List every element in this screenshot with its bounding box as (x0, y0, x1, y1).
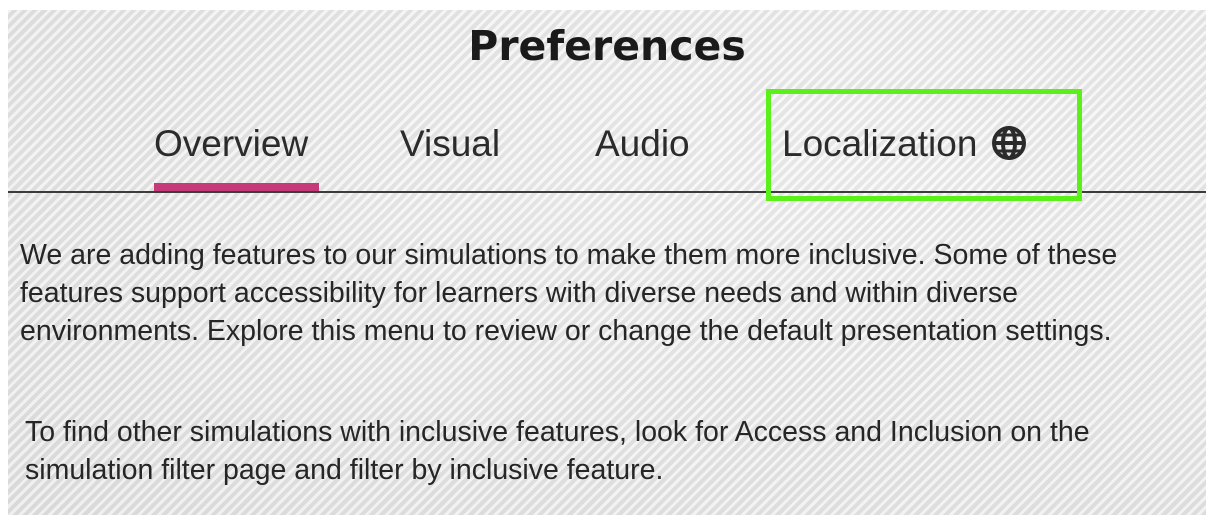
highlight-box (766, 89, 1082, 201)
preferences-dialog: Preferences Overview Visual Audio Locali… (8, 10, 1206, 515)
dialog-title: Preferences (468, 22, 746, 70)
tab-audio[interactable]: Audio (595, 123, 690, 165)
overview-paragraph-2: To find other simulations with inclusive… (25, 416, 1090, 486)
overview-paragraph-1: We are adding features to our simulation… (20, 239, 1118, 347)
tab-visual[interactable]: Visual (400, 123, 500, 165)
tab-overview[interactable]: Overview (154, 123, 308, 165)
